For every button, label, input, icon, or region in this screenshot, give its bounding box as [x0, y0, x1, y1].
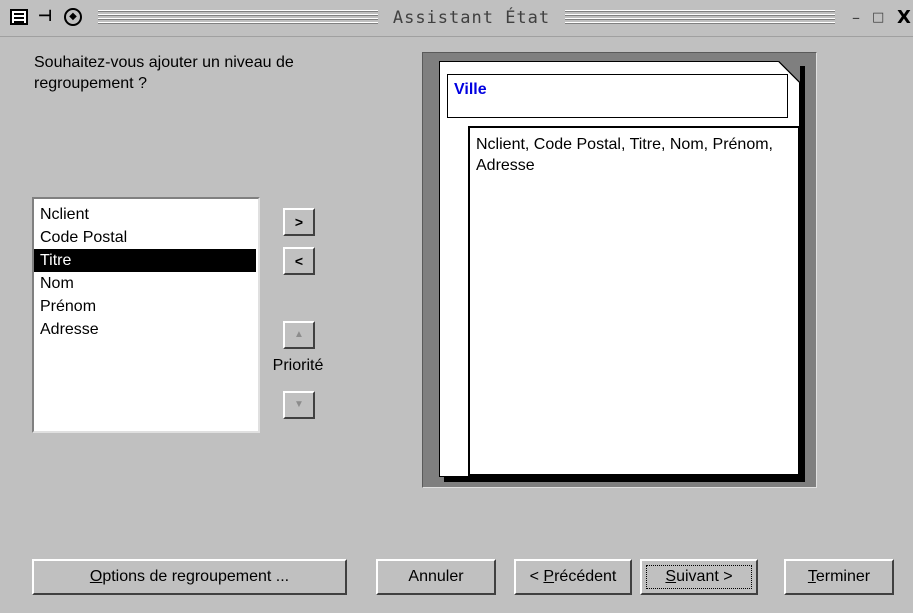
title-bar-stripes-right — [565, 10, 835, 26]
arrow-down-icon: ▼ — [294, 399, 304, 410]
list-item[interactable]: Code Postal — [34, 226, 258, 249]
grouping-question: Souhaitez-vous ajouter un niveau de regr… — [34, 54, 294, 92]
previous-prefix: < — [529, 568, 544, 585]
next-label: uivant > — [676, 568, 733, 585]
list-item[interactable]: Prénom — [34, 295, 258, 318]
title-bar-stripes-left — [98, 10, 378, 26]
group-header-box: Ville — [447, 74, 788, 118]
remove-grouping-button[interactable]: < — [283, 247, 315, 275]
add-grouping-button[interactable]: > — [283, 208, 315, 236]
maximize-icon[interactable]: □ — [872, 10, 884, 26]
grouping-preview: Ville Nclient, Code Postal, Titre, Nom, … — [422, 52, 817, 488]
preview-page: Ville Nclient, Code Postal, Titre, Nom, … — [439, 61, 800, 477]
previous-label: récédent — [554, 568, 617, 585]
previous-button[interactable]: < Précédent — [514, 559, 632, 595]
grouping-options-label: ptions de regroupement ... — [102, 568, 290, 585]
arrow-up-icon: ▲ — [294, 329, 304, 340]
priority-up-button[interactable]: ▲ — [283, 321, 315, 349]
cancel-label: Annuler — [408, 568, 464, 585]
accelerator-t: T — [807, 568, 816, 585]
list-item[interactable]: Nclient — [34, 203, 258, 226]
report-wizard-icon[interactable] — [10, 9, 28, 25]
accelerator-s: S — [665, 568, 677, 585]
cancel-button[interactable]: Annuler — [376, 559, 496, 595]
priority-down-button[interactable]: ▼ — [283, 391, 315, 419]
accelerator-o: O — [89, 568, 103, 585]
report-wizard-window: ⊣ ◆ Assistant État – □ X Souhaitez-vous … — [0, 0, 913, 613]
next-button[interactable]: Suivant > — [640, 559, 758, 595]
detail-fields-text: Nclient, Code Postal, Titre, Nom, Prénom… — [476, 136, 773, 174]
detail-fields-box: Nclient, Code Postal, Titre, Nom, Prénom… — [468, 126, 800, 476]
finish-button[interactable]: Terminer — [784, 559, 894, 595]
grouping-options-button[interactable]: Options de regroupement ... — [32, 559, 347, 595]
pin-icon[interactable]: ⊣ — [36, 9, 54, 25]
priority-label: Priorité — [272, 357, 324, 374]
title-bar[interactable]: ⊣ ◆ Assistant État – □ X — [0, 0, 913, 37]
finish-label: erminer — [815, 568, 871, 585]
list-item[interactable]: Adresse — [34, 318, 258, 341]
minimize-icon[interactable]: – — [852, 10, 860, 26]
window-title: Assistant État — [392, 8, 551, 28]
close-icon[interactable]: X — [897, 9, 911, 27]
accelerator-p: P — [543, 568, 555, 585]
group-header-label: Ville — [454, 81, 487, 98]
available-fields-list[interactable]: Nclient Code Postal Titre Nom Prénom Adr… — [32, 197, 260, 433]
list-item[interactable]: Nom — [34, 272, 258, 295]
list-item-selected[interactable]: Titre — [34, 249, 256, 272]
system-menu-icon[interactable]: ◆ — [64, 8, 82, 26]
